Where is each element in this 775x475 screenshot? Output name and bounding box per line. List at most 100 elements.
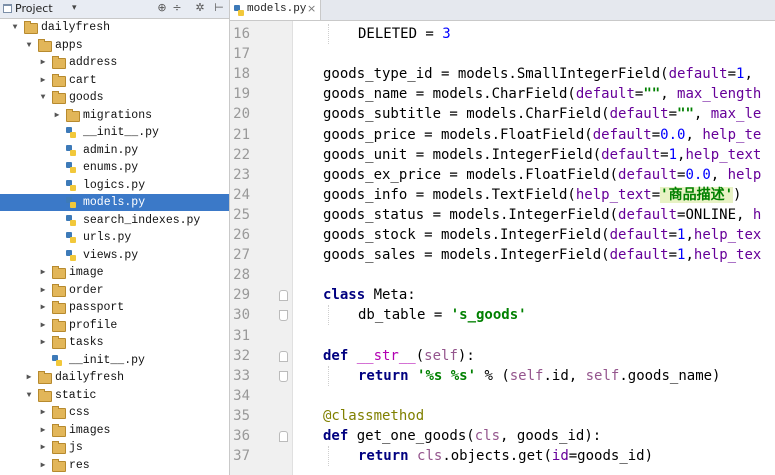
tree-folder[interactable]: ▼ goods xyxy=(0,89,229,106)
folder-icon xyxy=(66,108,80,122)
line-number: 37 xyxy=(233,448,250,465)
collapsed-arrow-icon[interactable]: ▶ xyxy=(38,72,48,89)
code-line: return '%s %s' % (self.id, self.goods_na… xyxy=(358,367,721,384)
tab-label: models.py xyxy=(247,3,307,15)
folder-icon xyxy=(38,371,52,384)
tree-folder[interactable]: ▶ image xyxy=(0,264,229,281)
tree-folder[interactable]: ▶ res xyxy=(0,457,229,474)
folder-icon xyxy=(52,441,66,454)
tree-folder[interactable]: ▼ dailyfresh xyxy=(0,19,229,36)
tree-folder[interactable]: ▶ address xyxy=(0,54,229,71)
tree-file[interactable]: views.py xyxy=(0,247,229,264)
tree-file[interactable]: urls.py xyxy=(0,229,229,246)
tree-folder[interactable]: ▼ apps xyxy=(0,37,229,54)
python-file-icon xyxy=(52,354,62,366)
collapsed-arrow-icon[interactable]: ▶ xyxy=(38,404,48,421)
tree-folder[interactable]: ▶ images xyxy=(0,422,229,439)
code-line: goods_name = models.CharField(default=""… xyxy=(323,86,762,103)
fold-marker-icon[interactable] xyxy=(279,350,288,362)
tree-folder[interactable]: ▶ migrations xyxy=(0,107,229,124)
folder-icon xyxy=(52,283,66,297)
tree-item-label: images xyxy=(69,423,111,437)
tree-item-label: static xyxy=(55,388,97,402)
tree-item-label: models.py xyxy=(83,196,146,209)
code-line: goods_type_id = models.SmallIntegerField… xyxy=(323,66,762,83)
close-icon[interactable]: × xyxy=(307,2,316,15)
code-line: goods_status = models.IntegerField(defau… xyxy=(323,206,762,223)
folder-icon xyxy=(52,318,66,332)
collapsed-arrow-icon[interactable]: ▶ xyxy=(38,317,48,334)
code-line: @classmethod xyxy=(323,407,425,424)
collapsed-arrow-icon[interactable]: ▶ xyxy=(38,457,48,474)
code-editor[interactable]: DELETED = 3 goods_type_id = models.SmallI… xyxy=(293,21,775,475)
project-panel-title[interactable]: Project xyxy=(15,2,53,15)
tab-models-py[interactable]: models.py × xyxy=(230,0,321,20)
project-panel-header: Project ▾ ⊕ ÷ ✲ ⊢ xyxy=(0,0,229,19)
tree-file[interactable]: models.py xyxy=(0,194,229,211)
line-number: 35 xyxy=(233,407,250,424)
fold-marker-icon[interactable] xyxy=(279,370,288,382)
tree-item-label: views.py xyxy=(83,248,139,262)
tree-file[interactable]: __init__.py xyxy=(0,124,229,141)
tree-item-label: __init__.py xyxy=(69,353,145,367)
tree-item-label: apps xyxy=(55,38,83,52)
fold-marker-icon[interactable] xyxy=(279,431,288,442)
project-panel: Project ▾ ⊕ ÷ ✲ ⊢ ▼ dailyfresh ▼ apps ▶ addre… xyxy=(0,0,230,475)
tree-item-label: enums.py xyxy=(83,161,139,174)
collapsed-arrow-icon[interactable]: ▶ xyxy=(24,369,34,386)
expanded-arrow-icon[interactable]: ▼ xyxy=(24,37,34,54)
folder-icon xyxy=(38,388,52,402)
collapsed-arrow-icon[interactable]: ▶ xyxy=(38,439,48,456)
tree-folder[interactable]: ▶ css xyxy=(0,404,229,421)
tree-file[interactable]: admin.py xyxy=(0,142,229,159)
fold-marker-icon[interactable] xyxy=(279,290,288,302)
python-file-icon xyxy=(66,127,76,138)
tree-file[interactable]: search_indexes.py xyxy=(0,212,229,229)
tree-folder[interactable]: ▼ static xyxy=(0,387,229,404)
collapsed-arrow-icon[interactable]: ▶ xyxy=(38,422,48,439)
code-line: def get_one_goods(cls, goods_id): xyxy=(323,428,602,444)
chevron-down-icon[interactable]: ▾ xyxy=(72,3,77,13)
hide-icon[interactable]: ⊢ xyxy=(212,1,226,14)
expanded-arrow-icon[interactable]: ▼ xyxy=(10,19,20,36)
tree-folder[interactable]: ▶ js xyxy=(0,439,229,456)
code-line: goods_price = models.FloatField(default=… xyxy=(323,126,762,143)
collapsed-arrow-icon[interactable]: ▶ xyxy=(38,299,48,316)
tree-folder[interactable]: ▶ dailyfresh xyxy=(0,369,229,386)
code-line: goods_stock = models.IntegerField(defaul… xyxy=(323,227,762,243)
folder-icon xyxy=(52,73,66,87)
sync-icon[interactable]: ⊕ xyxy=(155,1,169,14)
gear-icon[interactable]: ✲ xyxy=(193,1,207,14)
line-number: 32 xyxy=(233,347,250,364)
tree-folder[interactable]: ▶ cart xyxy=(0,72,229,89)
collapsed-arrow-icon[interactable]: ▶ xyxy=(38,282,48,299)
line-number: 26 xyxy=(233,227,250,243)
tree-item-label: profile xyxy=(69,318,118,332)
collapsed-arrow-icon[interactable]: ▶ xyxy=(38,54,48,71)
code-line: goods_info = models.TextField(help_text=… xyxy=(323,186,742,203)
tree-file[interactable]: enums.py xyxy=(0,159,229,176)
fold-marker-icon[interactable] xyxy=(279,310,288,322)
tree-folder[interactable]: ▶ tasks xyxy=(0,334,229,351)
tree-folder[interactable]: ▶ order xyxy=(0,282,229,299)
line-number: 31 xyxy=(233,327,250,344)
collapsed-arrow-icon[interactable]: ▶ xyxy=(38,264,48,281)
expanded-arrow-icon[interactable]: ▼ xyxy=(24,387,34,404)
indent-guide xyxy=(328,305,330,326)
line-number: 20 xyxy=(233,106,250,123)
python-file-icon xyxy=(66,197,76,208)
tree-file[interactable]: __init__.py xyxy=(0,352,229,369)
folder-icon xyxy=(24,21,38,34)
tree-file[interactable]: logics.py xyxy=(0,177,229,194)
line-number: 29 xyxy=(233,287,250,304)
tree-folder[interactable]: ▶ passport xyxy=(0,299,229,316)
tree-item-label: cart xyxy=(69,73,97,87)
tree-item-label: migrations xyxy=(83,108,153,122)
collapsed-arrow-icon[interactable]: ▶ xyxy=(52,107,62,124)
line-number: 36 xyxy=(233,428,250,444)
folder-icon xyxy=(52,301,66,314)
collapsed-arrow-icon[interactable]: ▶ xyxy=(38,334,48,351)
collapse-icon[interactable]: ÷ xyxy=(170,1,184,14)
expanded-arrow-icon[interactable]: ▼ xyxy=(38,89,48,106)
tree-folder[interactable]: ▶ profile xyxy=(0,317,229,334)
